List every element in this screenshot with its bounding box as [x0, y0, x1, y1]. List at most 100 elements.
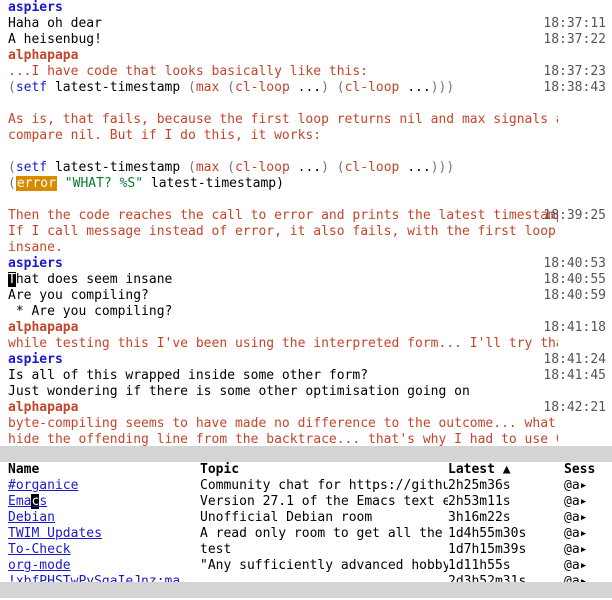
chat-line: alphapapa [8, 320, 558, 336]
room-name-cell[interactable]: !xbfPHSTwPySgaIeJnz:ma... [0, 574, 200, 582]
rooms-header[interactable]: Name Topic Latest ▲ Sess [0, 462, 612, 478]
chat-line: aspiers [8, 0, 558, 16]
room-row[interactable]: #organiceCommunity chat for https://gith… [0, 478, 612, 494]
chat-line: aspiers [8, 352, 558, 368]
timestamp-column: 18:37:1118:37:22 18:37:2318:38:43 18:39:25… [542, 0, 606, 416]
timestamp: 18:40:53 [542, 256, 606, 272]
room-session-cell: @a▸ [564, 494, 612, 510]
timestamp [542, 224, 606, 240]
room-session-cell: @a▸ [564, 478, 612, 494]
chat-line: Just wondering if there is some other op… [8, 384, 558, 400]
chat-line: alphapapa [8, 48, 558, 64]
chat-messages[interactable]: aspiersHaha oh dearA heisenbug!alphapapa… [0, 0, 558, 446]
room-topic-cell: "Any sufficiently advanced hobby... [200, 558, 448, 574]
chat-line: ...I have code that looks basically like… [8, 64, 558, 80]
chat-line: aspiers [8, 256, 558, 272]
text-cursor: T [8, 272, 16, 287]
error-keyword: error [16, 176, 57, 191]
room-latest-cell: 3h16m22s [448, 510, 564, 526]
room-latest-cell: 2h25m36s [448, 478, 564, 494]
nick: alphapapa [8, 48, 78, 63]
room-session-cell: @a▸ [564, 558, 612, 574]
timestamp [542, 160, 606, 176]
room-name-cell[interactable]: Debian [0, 510, 200, 526]
nick: alphapapa [8, 400, 78, 415]
timestamp: 18:37:22 [542, 32, 606, 48]
timestamp: 18:41:24 [542, 352, 606, 368]
chat-pane: aspiersHaha oh dearA heisenbug!alphapapa… [0, 0, 612, 446]
rooms-list[interactable]: #organiceCommunity chat for https://gith… [0, 478, 612, 582]
chat-line: That does seem insane [8, 272, 558, 288]
chat-line: Haha oh dear [8, 16, 558, 32]
chat-line: (setf latest-timestamp (max (cl-loop ...… [8, 80, 558, 96]
timestamp [542, 96, 606, 112]
chat-line: Are you compiling? [8, 288, 558, 304]
timestamp: 18:39:25 [542, 208, 606, 224]
room-latest-cell: 1d4h55m30s [448, 526, 564, 542]
room-topic-cell: test [200, 542, 448, 558]
timestamp [542, 304, 606, 320]
room-name-cell[interactable]: To-Check [0, 542, 200, 558]
room-latest-cell: 2h53m11s [448, 494, 564, 510]
col-header-topic[interactable]: Topic [200, 462, 448, 478]
chat-line: If I call message instead of error, it a… [8, 224, 558, 240]
col-header-sess[interactable]: Sess [564, 462, 612, 478]
room-topic-cell: Community chat for https://githu... [200, 478, 448, 494]
chat-line: * Are you compiling? [8, 304, 558, 320]
room-name-cell[interactable]: #organice [0, 478, 200, 494]
room-row[interactable]: To-Checktest1d7h15m39s@a▸ [0, 542, 612, 558]
chat-line [8, 144, 558, 160]
timestamp: 18:41:45 [542, 368, 606, 384]
timestamp: 18:40:55 [542, 272, 606, 288]
col-header-latest[interactable]: Latest ▲ [448, 462, 564, 478]
timestamp: 18:42:21 [542, 400, 606, 416]
timestamp: 18:38:43 [542, 80, 606, 96]
modeline-bottom[interactable]: U:%%- *Ement Rooms* 13% L7 (Ement room l… [0, 582, 612, 598]
timestamp: 18:41:18 [542, 320, 606, 336]
chat-line [8, 192, 558, 208]
chat-line: (error "WHAT? %S" latest-timestamp) [8, 176, 558, 192]
room-topic-cell: Unofficial Debian room [200, 510, 448, 526]
timestamp [542, 48, 606, 64]
nick: aspiers [8, 0, 63, 15]
room-name-cell[interactable]: TWIM Updates [0, 526, 200, 542]
room-row[interactable]: TWIM UpdatesA read only room to get all … [0, 526, 612, 542]
timestamp: 18:37:11 [542, 16, 606, 32]
timestamp: 18:40:59 [542, 288, 606, 304]
chat-line: while testing this I've been using the i… [8, 336, 558, 352]
room-latest-cell: 1d7h15m39s [448, 542, 564, 558]
chat-line: Is all of this wrapped inside some other… [8, 368, 558, 384]
timestamp: 18:37:23 [542, 64, 606, 80]
chat-line [8, 96, 558, 112]
chat-line: alphapapa [8, 400, 558, 416]
nick: alphapapa [8, 320, 78, 335]
modeline-top[interactable]: U:%*- *Ement Room: Emacs* 13% L25 (Ement… [0, 446, 612, 462]
col-header-name[interactable]: Name [0, 462, 200, 478]
room-row[interactable]: DebianUnofficial Debian room3h16m22s@a▸ [0, 510, 612, 526]
room-topic-cell: Version 27.1 of the Emacs text e... [200, 494, 448, 510]
timestamp [542, 0, 606, 16]
room-name-cell[interactable]: org-mode [0, 558, 200, 574]
chat-line: As is, that fails, because the first loo… [8, 112, 558, 128]
timestamp [542, 112, 606, 128]
timestamp [542, 192, 606, 208]
rooms-pane: Name Topic Latest ▲ Sess #organiceCommun… [0, 462, 612, 582]
chat-line: Then the code reaches the call to error … [8, 208, 558, 224]
timestamp [542, 384, 606, 400]
room-row[interactable]: EmacsVersion 27.1 of the Emacs text e...… [0, 494, 612, 510]
chat-line: hide the offending line from the backtra… [8, 432, 558, 446]
room-row[interactable]: org-mode"Any sufficiently advanced hobby… [0, 558, 612, 574]
room-row[interactable]: !xbfPHSTwPySgaIeJnz:ma...2d3h52m31s@a▸ [0, 574, 612, 582]
room-session-cell: @a▸ [564, 542, 612, 558]
timestamp [542, 128, 606, 144]
room-name-cell[interactable]: Emacs [0, 494, 200, 510]
timestamp [542, 336, 606, 352]
chat-line: (setf latest-timestamp (max (cl-loop ...… [8, 160, 558, 176]
chat-line: compare nil. But if I do this, it works: [8, 128, 558, 144]
chat-line: byte-compiling seems to have made no dif… [8, 416, 558, 432]
timestamp [542, 176, 606, 192]
timestamp [542, 240, 606, 256]
room-session-cell: @a▸ [564, 574, 612, 582]
chat-line: insane. [8, 240, 558, 256]
room-topic-cell: A read only room to get all the ... [200, 526, 448, 542]
